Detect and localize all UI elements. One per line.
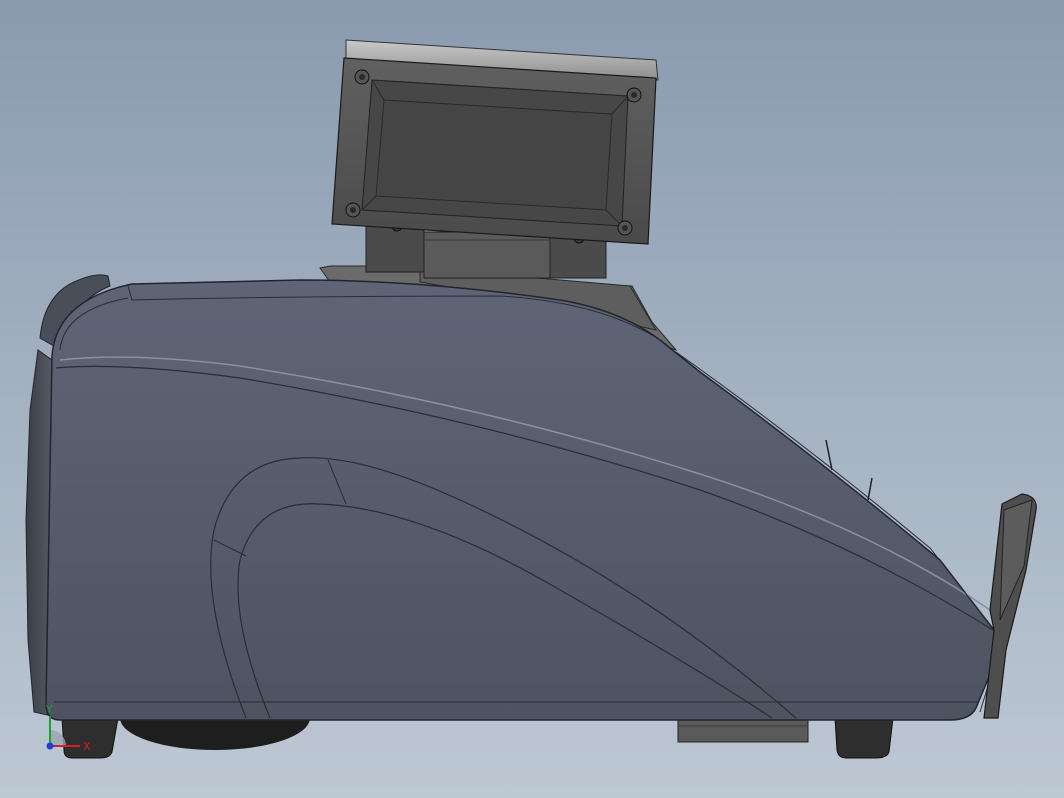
display-screw-top-left	[354, 69, 370, 85]
display-screw-bottom-right	[617, 220, 633, 236]
sensor-pin-1	[825, 439, 833, 471]
display-screw-top-right	[626, 87, 642, 103]
cad-graphics-viewport[interactable]: X Y	[0, 0, 1064, 798]
bottom-bracket	[677, 717, 809, 743]
model-scene[interactable]: X Y	[0, 0, 1064, 798]
sensor-pin-2	[867, 477, 873, 501]
triad-x-label: X	[83, 740, 91, 753]
display-screw-bottom-left	[345, 202, 361, 218]
front-guard	[983, 493, 1037, 719]
triad-z-axis	[46, 742, 54, 750]
main-body	[45, 279, 999, 721]
triad-y-label: Y	[45, 703, 53, 716]
foot-front	[834, 717, 894, 759]
display-unit	[331, 39, 659, 245]
